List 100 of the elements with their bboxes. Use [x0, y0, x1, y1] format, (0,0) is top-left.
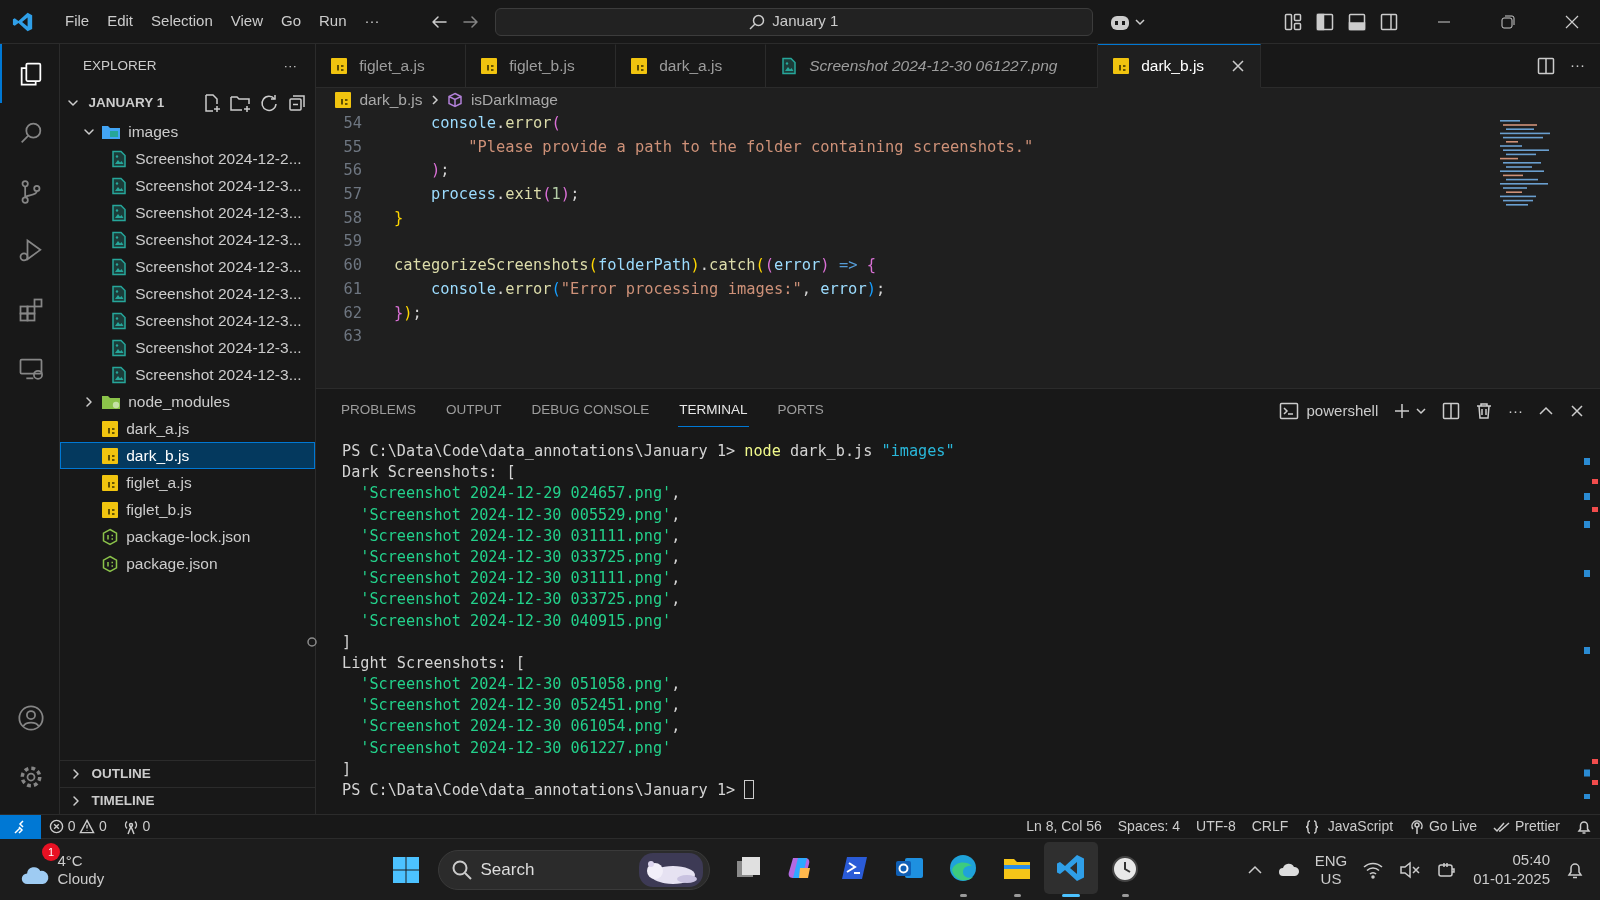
caret-icon[interactable]	[1415, 405, 1427, 417]
editor-tab[interactable]: dark_b.js	[1097, 44, 1261, 88]
antenna-icon	[122, 818, 139, 835]
new-file-icon[interactable]	[202, 93, 222, 113]
plus-icon[interactable]	[1393, 402, 1412, 420]
explorer-entry[interactable]: Screenshot 2024-12-2...	[60, 145, 315, 172]
explorer-entry[interactable]: Screenshot 2024-12-3...	[60, 172, 315, 199]
menu-item[interactable]: Selection	[142, 6, 222, 37]
explorer-entry[interactable]: images	[60, 118, 315, 145]
explorer-entry[interactable]: node_modules	[60, 388, 315, 415]
panel-tab[interactable]: OUTPUT	[431, 391, 517, 431]
explorer-entry[interactable]: Screenshot 2024-12-3...	[60, 307, 315, 334]
breadcrumb-item[interactable]: isDarkImage	[470, 88, 558, 112]
language-indicator[interactable]: ENG US	[1314, 851, 1348, 888]
panel-tab[interactable]: PORTS	[762, 391, 839, 431]
folder-header[interactable]: JANUARY 1	[60, 88, 315, 118]
explorer-entry[interactable]: dark_a.js	[60, 415, 315, 442]
line-number: 55	[342, 136, 362, 158]
explorer-entry[interactable]: Screenshot 2024-12-3...	[60, 361, 315, 388]
clock-display[interactable]: 05:40 01-01-2025	[1473, 850, 1550, 889]
cube-icon	[447, 92, 464, 108]
close-icon[interactable]	[1229, 58, 1246, 74]
explorer-entry[interactable]: Screenshot 2024-12-3...	[60, 280, 315, 307]
code-line: }	[394, 207, 404, 229]
terminal-line: 'Screenshot 2024-12-30 031111.png',	[359, 568, 681, 590]
secondary-sidebar-icon[interactable]	[1380, 12, 1398, 31]
problems-indicator[interactable]: 0 0	[41, 816, 115, 837]
status-item[interactable]: Ln 8, Col 56	[1018, 816, 1110, 837]
collapse-all-icon[interactable]	[286, 93, 307, 113]
code-line: "Please provide a path to the folder containing screenshots."	[467, 136, 1034, 158]
more-actions-button[interactable]: ···	[1508, 399, 1523, 423]
trash-icon[interactable]	[1475, 402, 1493, 420]
panel-tab[interactable]: DEBUG CONSOLE	[516, 391, 665, 431]
section-header[interactable]: OUTLINE	[60, 760, 315, 787]
more-actions-button[interactable]: ···	[1570, 54, 1585, 77]
explorer-entry[interactable]: Screenshot 2024-12-3...	[60, 199, 315, 226]
menu-item[interactable]: ···	[355, 6, 389, 37]
taskbar-search-field[interactable]: Search	[438, 849, 710, 890]
close-icon[interactable]	[1569, 403, 1585, 419]
explorer-entry[interactable]: figlet_b.js	[60, 496, 315, 523]
restore-icon[interactable]	[1500, 13, 1516, 30]
explorer-entry[interactable]: figlet_a.js	[60, 469, 315, 496]
status-item[interactable]: CRLF	[1243, 816, 1297, 837]
split-editor-icon[interactable]	[1537, 56, 1555, 75]
code-line: );	[430, 160, 450, 182]
split-terminal-icon[interactable]	[1442, 402, 1460, 420]
breadcrumb-item[interactable]: dark_b.js	[359, 88, 423, 112]
bell-icon[interactable]	[1576, 818, 1592, 835]
explorer-entry[interactable]: dark_b.js	[60, 442, 315, 469]
ports-indicator[interactable]: 0	[114, 816, 159, 837]
explorer-entry[interactable]: Screenshot 2024-12-3...	[60, 253, 315, 280]
explorer-entry[interactable]: Screenshot 2024-12-3...	[60, 226, 315, 253]
terminal-line: 'Screenshot 2024-12-30 040915.png'	[359, 610, 672, 632]
refresh-icon[interactable]	[259, 93, 279, 113]
editor-tab[interactable]: dark_a.js	[616, 44, 766, 88]
terminal-line: ]	[342, 758, 352, 780]
terminal-line: PS C:\Data\Code\data_annotations\January 1>	[342, 780, 737, 801]
terminal-line: PS C:\Data\Code\data_annotations\January 1> node dark_b.js "images"	[342, 441, 955, 462]
menu-item[interactable]: Edit	[98, 6, 143, 37]
layout-icon[interactable]	[1284, 12, 1302, 31]
status-item[interactable]: Spaces: 4	[1109, 816, 1189, 837]
image-file-icon	[109, 311, 128, 330]
terminal-selector[interactable]: powershell	[1279, 399, 1379, 423]
cloud-icon[interactable]	[1277, 861, 1300, 878]
status-item[interactable]: UTF-8	[1188, 816, 1244, 837]
js-file-icon	[480, 57, 498, 75]
explorer-entry[interactable]: Screenshot 2024-12-3...	[60, 334, 315, 361]
language-mode[interactable]: JavaScript	[1296, 816, 1402, 837]
line-number: 56	[342, 160, 362, 182]
js-file-icon	[334, 91, 352, 109]
warning-icon	[79, 819, 96, 834]
remote-button[interactable]	[0, 814, 41, 839]
explorer-entry[interactable]: package.json	[60, 550, 315, 577]
panel-toggle-icon[interactable]	[1348, 12, 1366, 31]
go-live-button[interactable]: Go Live	[1401, 816, 1486, 837]
panel-tab[interactable]: PROBLEMS	[326, 391, 432, 431]
image-file-icon	[109, 257, 128, 276]
explorer-entry[interactable]: package-lock.json	[60, 523, 315, 550]
new-folder-icon[interactable]	[229, 93, 252, 113]
menu-item[interactable]: File	[56, 6, 99, 37]
panel-tab[interactable]: TERMINAL	[664, 391, 763, 431]
line-number: 54	[342, 113, 362, 134]
command-center-field[interactable]: January 1	[494, 7, 1093, 36]
app-logo-icon	[12, 10, 34, 33]
editor-tab[interactable]: figlet_a.js	[316, 44, 466, 88]
menu-item[interactable]: View	[221, 6, 272, 37]
editor-tab[interactable]: Screenshot 2024-12-30 061227.png	[766, 44, 1098, 88]
wifi-icon[interactable]	[1362, 860, 1385, 879]
command-marker-icon[interactable]	[306, 636, 318, 649]
terminal-line: 'Screenshot 2024-12-30 033725.png',	[359, 546, 681, 568]
menu-item[interactable]: Go	[272, 6, 310, 37]
menu-item[interactable]: Run	[310, 6, 356, 37]
section-header[interactable]: TIMELINE	[60, 787, 315, 814]
formatter-button[interactable]: Prettier	[1485, 816, 1568, 837]
js-file-icon	[100, 446, 119, 465]
muted-speaker-icon[interactable]	[1399, 860, 1422, 879]
close-icon[interactable]	[1564, 13, 1580, 30]
sidebar-toggle-icon[interactable]	[1316, 12, 1334, 31]
editor-tab[interactable]: figlet_b.js	[466, 44, 616, 88]
more-actions-button[interactable]: ···	[283, 55, 297, 77]
